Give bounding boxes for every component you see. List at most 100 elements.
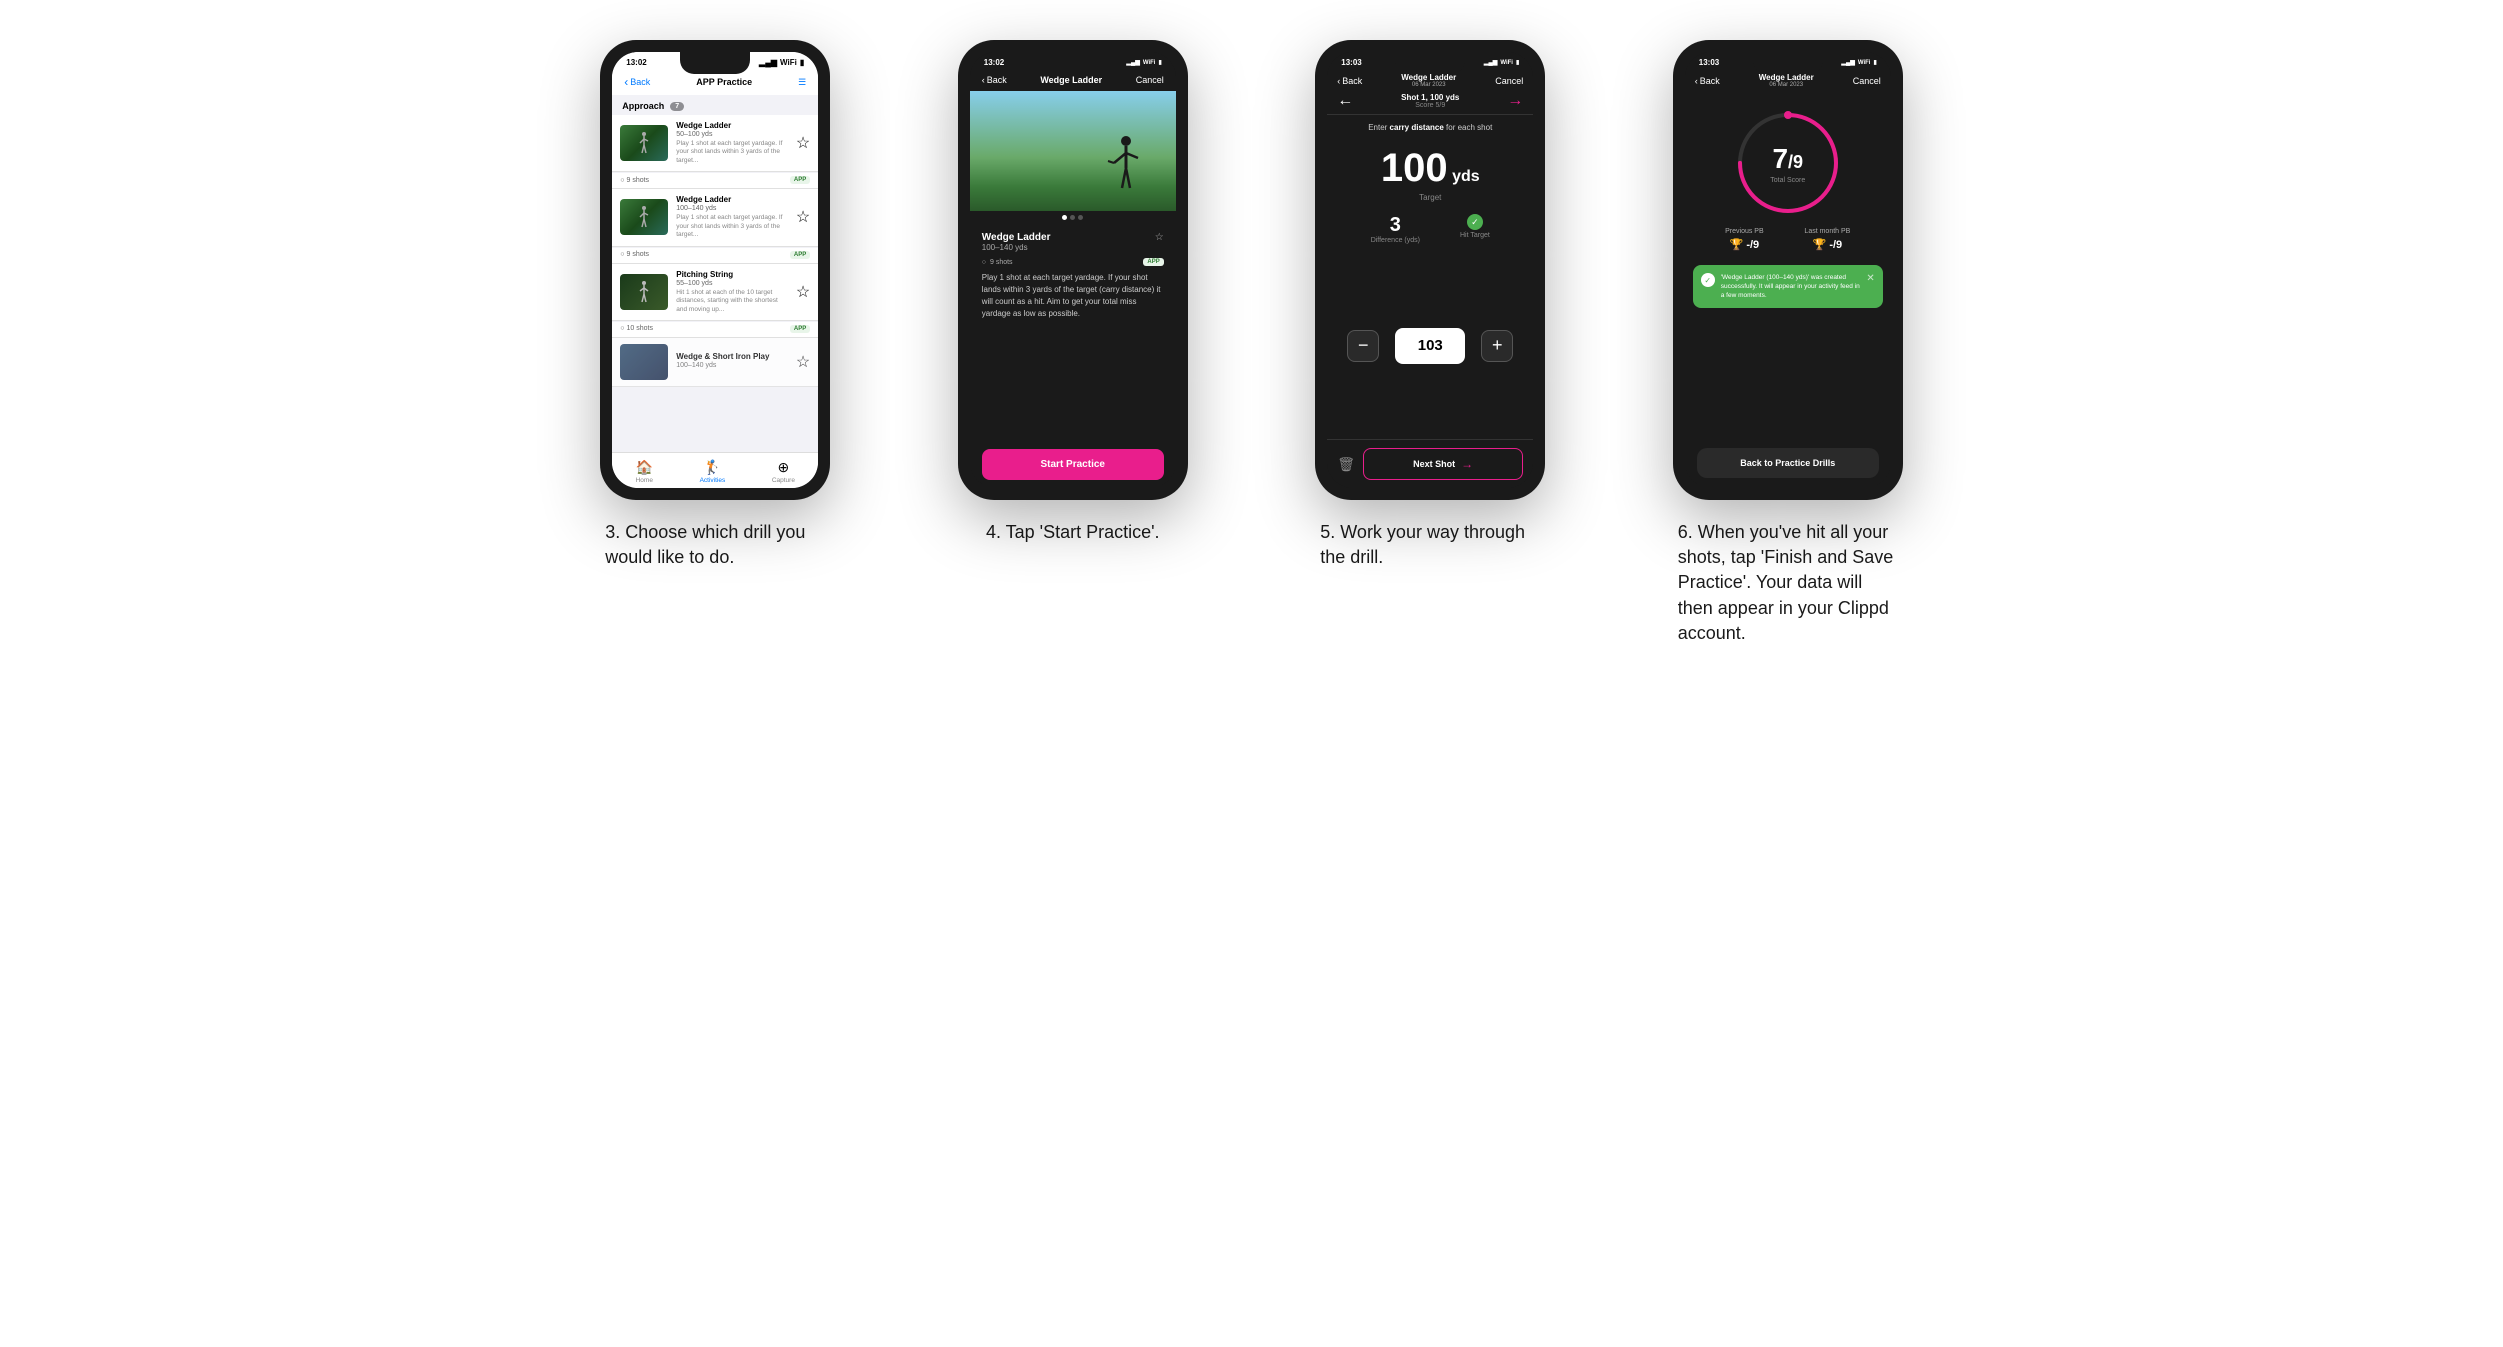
nav-back-1[interactable]: Back <box>624 75 650 89</box>
start-practice-btn[interactable]: Start Practice <box>982 449 1164 480</box>
score-value-4: 7 <box>1772 143 1788 174</box>
hit-target-dot-3: ✓ <box>1467 214 1483 230</box>
battery-icon-1: ▮ <box>800 58 804 67</box>
caption-4: 6. When you've hit all your shots, tap '… <box>1678 520 1898 646</box>
toast-close-4[interactable]: ✕ <box>1866 273 1874 284</box>
nav-back-4[interactable]: ‹ Back <box>1695 76 1720 86</box>
drill-detail-header-2: Wedge Ladder 100–140 yds ☆ <box>982 232 1164 256</box>
hero-bg-2 <box>970 91 1176 211</box>
status-icons-2: ▂▄▆ WiFi ▮ <box>1126 59 1161 66</box>
score-label-4: Total Score <box>1770 177 1805 184</box>
drill-name-text-2: Wedge Ladder <box>982 232 1051 243</box>
next-shot-arrow-3: → <box>1461 457 1473 471</box>
tab-home-1[interactable]: 🏠 Home <box>636 459 653 484</box>
app-badge-1: APP <box>790 176 810 184</box>
home-icon-1: 🏠 <box>636 459 653 476</box>
tab-activities-1[interactable]: 🏌 Activities <box>700 459 726 484</box>
nav-title-4: Wedge Ladder <box>1759 73 1814 82</box>
wifi-3: WiFi <box>1500 60 1513 66</box>
score-denom-4: /9 <box>1788 152 1803 172</box>
drill-item-1[interactable]: Wedge Ladder 50–100 yds Play 1 shot at e… <box>612 115 818 189</box>
drill-item-4[interactable]: Wedge & Short Iron Play 100–140 yds ☆ <box>612 338 818 387</box>
golfer-svg-2 <box>637 205 651 229</box>
phone-section-3: 13:03 ▂▄▆ WiFi ▮ ‹ Back Wedge Ladder <box>1267 40 1595 570</box>
status-time-1: 13:02 <box>626 58 646 67</box>
phone-frame-1: 13:02 ▂▄▆ WiFi ▮ Back APP Practice ☰ <box>600 40 830 500</box>
trophy-1: 🏆 <box>1730 238 1744 251</box>
phone-notch-2 <box>1038 52 1108 74</box>
drill-star-2: ☆ <box>796 207 810 227</box>
hit-check-3: ✓ <box>1471 217 1479 228</box>
nav-menu-1[interactable]: ☰ <box>798 77 806 88</box>
status-icons-4: ▂▄▆ WiFi ▮ <box>1841 59 1876 66</box>
tab-activities-label-1: Activities <box>700 477 726 484</box>
next-shot-btn-3[interactable]: Next Shot → <box>1363 448 1523 480</box>
phone-notch-4 <box>1753 52 1823 74</box>
drill-desc-3: Hit 1 shot at each of the 10 target dist… <box>676 289 788 314</box>
section-badge-1: 7 <box>670 102 684 111</box>
status-time-2: 13:02 <box>984 58 1004 67</box>
drill-thumb-img-3 <box>620 274 668 310</box>
battery-icon-2: ▮ <box>1158 59 1161 66</box>
carry-bold-3: carry distance <box>1390 123 1444 132</box>
score-label-3: Score 5/9 <box>1401 102 1459 109</box>
shots-label-2: ○ 9 shots <box>620 251 649 258</box>
bat-3: ▮ <box>1516 59 1519 66</box>
drill-range-3: 55–100 yds <box>676 280 788 287</box>
back-to-drills-btn-4[interactable]: Back to Practice Drills <box>1697 448 1879 478</box>
bookmark-2: ☆ <box>1155 232 1164 243</box>
next-arrow-3[interactable]: → <box>1507 92 1523 110</box>
toast-check-icon-4: ✓ <box>1701 273 1715 287</box>
nav-title-1: APP Practice <box>696 77 752 87</box>
phone-screen-4: 13:03 ▂▄▆ WiFi ▮ ‹ Back Wedge Ladder <box>1685 52 1891 488</box>
shots-count-2: 9 shots <box>990 259 1013 266</box>
shot-instruction-3: Enter carry distance for each shot <box>1327 115 1533 136</box>
target-distance-3: 100 yds Target <box>1327 136 1533 206</box>
nav-subtitle-4: 06 Mar 2023 <box>1759 82 1814 88</box>
nav-cancel-2[interactable]: Cancel <box>1136 75 1164 85</box>
drill-range-2: 100–140 yds <box>676 205 788 212</box>
drill-meta-2: ○ 9 shots APP <box>612 248 818 264</box>
drill-detail-name-2: Wedge Ladder 100–140 yds <box>982 232 1051 256</box>
hit-target-stat-3: ✓ Hit Target <box>1460 214 1490 244</box>
drill-item-2[interactable]: Wedge Ladder 100–140 yds Play 1 shot at … <box>612 189 818 263</box>
back-chevron-2: ‹ <box>982 75 985 85</box>
phone-section-1: 13:02 ▂▄▆ WiFi ▮ Back APP Practice ☰ <box>552 40 880 570</box>
drill-range-1: 50–100 yds <box>676 131 788 138</box>
decrement-btn-3[interactable]: − <box>1347 330 1379 362</box>
phone-screen-2: 13:02 ▂▄▆ WiFi ▮ ‹ Back Wedge Ladder Can… <box>970 52 1176 488</box>
input-value-3[interactable]: 103 <box>1395 328 1465 364</box>
drill-name-2: Wedge Ladder <box>676 195 788 204</box>
nav-cancel-3[interactable]: Cancel <box>1495 76 1523 86</box>
nav-cancel-4[interactable]: Cancel <box>1853 76 1881 86</box>
increment-btn-3[interactable]: + <box>1481 330 1513 362</box>
nav-back-2[interactable]: ‹ Back <box>982 75 1007 85</box>
drill-range-4: 100–140 yds <box>676 362 788 369</box>
section-label-1: Approach <box>622 101 664 111</box>
drill-desc-2: Play 1 shot at each target yardage. If y… <box>676 214 788 239</box>
shots-clock-2: ○ <box>982 259 986 266</box>
drill-detail-2: Wedge Ladder 100–140 yds ☆ ○ 9 shots APP… <box>970 224 1176 441</box>
difference-value-3: 3 <box>1371 214 1420 237</box>
page-container: 13:02 ▂▄▆ WiFi ▮ Back APP Practice ☰ <box>552 40 1952 646</box>
caption-3: 5. Work your way through the drill. <box>1320 520 1540 570</box>
phone-frame-2: 13:02 ▂▄▆ WiFi ▮ ‹ Back Wedge Ladder Can… <box>958 40 1188 500</box>
drill-item-3[interactable]: Pitching String 55–100 yds Hit 1 shot at… <box>612 264 818 338</box>
drill-meta-3: ○ 10 shots APP <box>612 322 818 338</box>
signal-icon-1: ▂▄▆ <box>759 58 777 67</box>
app-badge-2: APP <box>790 251 810 259</box>
score-circle-4: 7/9 Total Score <box>1733 108 1843 218</box>
phone-screen-3: 13:03 ▂▄▆ WiFi ▮ ‹ Back Wedge Ladder <box>1327 52 1533 488</box>
shot-nav-3: ← Shot 1, 100 yds Score 5/9 → <box>1327 88 1533 115</box>
back-chevron-1 <box>624 75 628 89</box>
nav-back-3[interactable]: ‹ Back <box>1337 76 1362 86</box>
tab-capture-1[interactable]: ⊕ Capture <box>772 459 795 484</box>
drill-meta-1: ○ 9 shots APP <box>612 173 818 189</box>
prev-arrow-3[interactable]: ← <box>1337 92 1353 110</box>
score-text-4: 7/9 Total Score <box>1770 143 1805 184</box>
trophy-2: 🏆 <box>1813 238 1827 251</box>
carousel-dots-2 <box>970 211 1176 224</box>
target-label-3: Target <box>1327 193 1533 202</box>
trash-icon-3[interactable]: 🗑 <box>1337 456 1355 473</box>
drill-info-1: Wedge Ladder 50–100 yds Play 1 shot at e… <box>676 121 788 165</box>
